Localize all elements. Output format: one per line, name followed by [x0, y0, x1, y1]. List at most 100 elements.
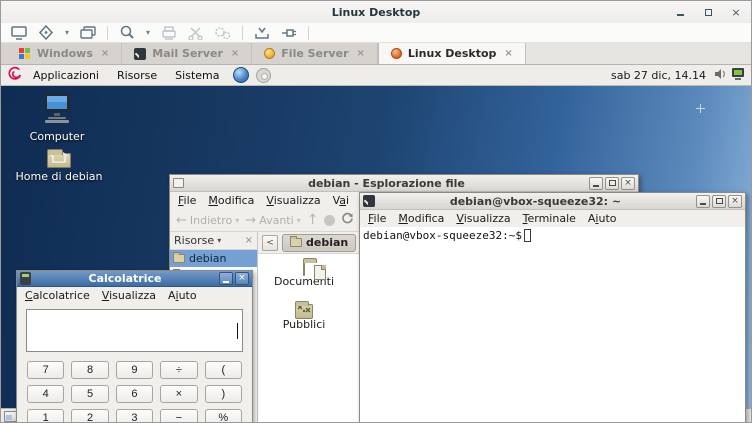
key-close-paren[interactable]: )	[205, 385, 242, 403]
minimize-button[interactable]	[219, 272, 233, 285]
viewer-tabbar: Windows × Mail Server × File Server × Li…	[1, 43, 751, 65]
key-open-paren[interactable]: (	[205, 361, 242, 379]
menu-vai[interactable]: Vai	[327, 192, 355, 209]
panel-clock[interactable]: sab 27 dic, 14.14	[611, 69, 710, 82]
chevron-down-icon[interactable]: ▾	[146, 28, 150, 37]
key-divide[interactable]: ÷	[160, 361, 197, 379]
sidebar-header[interactable]: Risorse ▾ ×	[170, 232, 257, 250]
tab-file-server[interactable]: File Server ×	[252, 43, 378, 64]
scissors-icon[interactable]	[188, 26, 203, 40]
chevron-down-icon[interactable]: ▾	[65, 28, 69, 37]
tab-close-icon[interactable]: ×	[502, 48, 512, 59]
magnifier-icon[interactable]	[119, 25, 135, 40]
desktop-icon-label: Computer	[7, 130, 107, 143]
menu-visualizza[interactable]: Visualizza	[260, 192, 326, 209]
sidebar-close-icon[interactable]: ×	[245, 235, 253, 246]
viewer-window-controls: ×	[673, 1, 743, 23]
menu-visualizza[interactable]: Visualizza	[96, 287, 162, 304]
reload-button[interactable]	[341, 212, 354, 228]
forward-icon: →	[245, 213, 256, 228]
minimize-button[interactable]	[696, 195, 710, 208]
close-button[interactable]: ×	[621, 177, 635, 190]
printer-icon[interactable]	[161, 26, 177, 40]
file-manager-titlebar[interactable]: debian - Esplorazione file ×	[170, 175, 638, 192]
toolbar-separator	[107, 26, 108, 40]
menu-aiuto[interactable]: Aiuto	[162, 287, 203, 304]
key-percent[interactable]: %	[205, 409, 242, 423]
menu-visualizza[interactable]: Visualizza	[450, 210, 516, 227]
tab-close-icon[interactable]: ×	[355, 48, 365, 59]
path-collapse-button[interactable]: <	[262, 235, 278, 251]
calculator-keypad: 7 8 9 ÷ ( 4 5 6 × ) 1 2 3 − % 0 , = + Cl…	[17, 356, 252, 423]
key-3[interactable]: 3	[116, 409, 153, 423]
chevron-down-icon: ▾	[297, 216, 301, 225]
tab-mail-server[interactable]: Mail Server ×	[122, 43, 252, 64]
path-button-debian[interactable]: debian	[282, 234, 356, 252]
desktop[interactable]: Computer Home di debian debian - Esplora…	[1, 86, 751, 408]
speaker-icon[interactable]	[714, 68, 727, 83]
close-button[interactable]: ×	[729, 5, 743, 19]
forward-button[interactable]: → Avanti ▾	[245, 213, 300, 228]
minimize-button[interactable]	[673, 5, 687, 19]
menu-calcolatrice[interactable]: Calcolatrice	[19, 287, 96, 304]
maximize-button[interactable]	[712, 195, 726, 208]
capture-icon[interactable]	[254, 26, 270, 40]
up-button[interactable]: ↑	[307, 212, 319, 228]
maximize-button[interactable]	[605, 177, 619, 190]
calculator-display[interactable]	[26, 309, 243, 352]
browser-globe-icon[interactable]	[233, 67, 249, 83]
file-item-pubblici[interactable]: Pubblici	[258, 298, 350, 331]
remote-viewer-window: Linux Desktop × ▾ ▾ Windows × Mail	[0, 0, 752, 423]
desktop-icon-computer[interactable]: Computer	[7, 92, 107, 143]
help-icon[interactable]	[256, 68, 271, 83]
display-tray-icon[interactable]	[731, 67, 745, 83]
key-8[interactable]: 8	[71, 361, 108, 379]
desktop-icon-home[interactable]: Home di debian	[9, 144, 109, 183]
menu-terminale[interactable]: Terminale	[517, 210, 582, 227]
gears-icon[interactable]	[214, 26, 231, 40]
key-4[interactable]: 4	[27, 385, 64, 403]
back-button[interactable]: ← Indietro ▾	[176, 213, 239, 228]
maximize-button[interactable]	[701, 5, 715, 19]
tab-close-icon[interactable]: ×	[229, 48, 239, 59]
windows-icon[interactable]	[80, 26, 96, 40]
key-2[interactable]: 2	[71, 409, 108, 423]
desktop-icon-label: Home di debian	[9, 170, 109, 183]
key-subtract[interactable]: −	[160, 409, 197, 423]
tab-linux-desktop[interactable]: Linux Desktop ×	[378, 43, 526, 64]
key-6[interactable]: 6	[116, 385, 153, 403]
navigation-icon[interactable]	[38, 25, 54, 40]
key-9[interactable]: 9	[116, 361, 153, 379]
key-multiply[interactable]: ×	[160, 385, 197, 403]
file-item-documenti[interactable]: Documenti	[258, 262, 350, 288]
menu-file[interactable]: File	[172, 192, 202, 209]
debian-swirl-icon[interactable]	[7, 66, 22, 84]
menu-applicazioni[interactable]: Applicazioni	[26, 67, 106, 84]
menu-modifica[interactable]: Modifica	[392, 210, 450, 227]
terminal-content[interactable]: debian@vbox-squeeze32:~$	[360, 227, 745, 423]
close-button[interactable]: ×	[728, 195, 742, 208]
tab-windows[interactable]: Windows ×	[7, 43, 122, 64]
path-button-label: debian	[306, 236, 348, 249]
key-5[interactable]: 5	[71, 385, 108, 403]
file-manager-title: debian - Esplorazione file	[188, 177, 585, 190]
sidebar-item-debian[interactable]: debian	[170, 250, 257, 267]
usb-plug-icon[interactable]	[281, 26, 297, 40]
back-icon: ←	[176, 213, 187, 228]
menu-aiuto[interactable]: Aiuto	[582, 210, 623, 227]
menu-modifica[interactable]: Modifica	[202, 192, 260, 209]
menu-risorse[interactable]: Risorse	[110, 67, 164, 84]
close-button[interactable]: ×	[235, 272, 249, 285]
display-icon[interactable]	[11, 26, 27, 40]
stop-button[interactable]	[324, 215, 335, 226]
tab-close-icon[interactable]: ×	[99, 48, 109, 59]
key-1[interactable]: 1	[27, 409, 64, 423]
menu-file[interactable]: File	[362, 210, 392, 227]
calculator-window: Calcolatrice × Calcolatrice Visualizza A…	[16, 270, 253, 423]
terminal-titlebar[interactable]: debian@vbox-squeeze32: ~ ×	[360, 193, 745, 210]
file-item-label: Documenti	[258, 275, 350, 288]
key-7[interactable]: 7	[27, 361, 64, 379]
calculator-titlebar[interactable]: Calcolatrice ×	[17, 271, 252, 287]
minimize-button[interactable]	[589, 177, 603, 190]
menu-sistema[interactable]: Sistema	[168, 67, 226, 84]
